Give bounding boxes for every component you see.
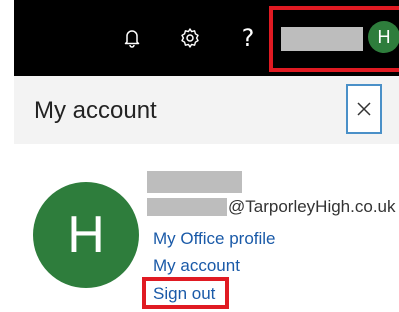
gear-icon[interactable]: [174, 20, 206, 56]
top-bar: ? H: [14, 0, 399, 76]
account-menu-button[interactable]: H: [269, 6, 399, 72]
bell-icon[interactable]: [116, 20, 148, 56]
my-office-profile-link[interactable]: My Office profile: [153, 229, 276, 249]
help-icon[interactable]: ?: [232, 20, 264, 56]
avatar[interactable]: H: [368, 21, 399, 53]
panel-title: My account: [34, 97, 157, 124]
sign-out-link[interactable]: Sign out: [153, 284, 215, 304]
email-domain: @TarporleyHigh.co.uk: [228, 197, 396, 216]
close-button[interactable]: [346, 84, 382, 134]
my-account-link[interactable]: My account: [153, 256, 240, 276]
close-icon: [357, 102, 371, 116]
redacted-user-name: [281, 27, 363, 51]
profile-avatar: H: [33, 182, 139, 288]
redacted-display-name: [147, 171, 242, 193]
account-panel-header: My account: [14, 76, 399, 144]
redacted-email-user: [147, 198, 227, 216]
